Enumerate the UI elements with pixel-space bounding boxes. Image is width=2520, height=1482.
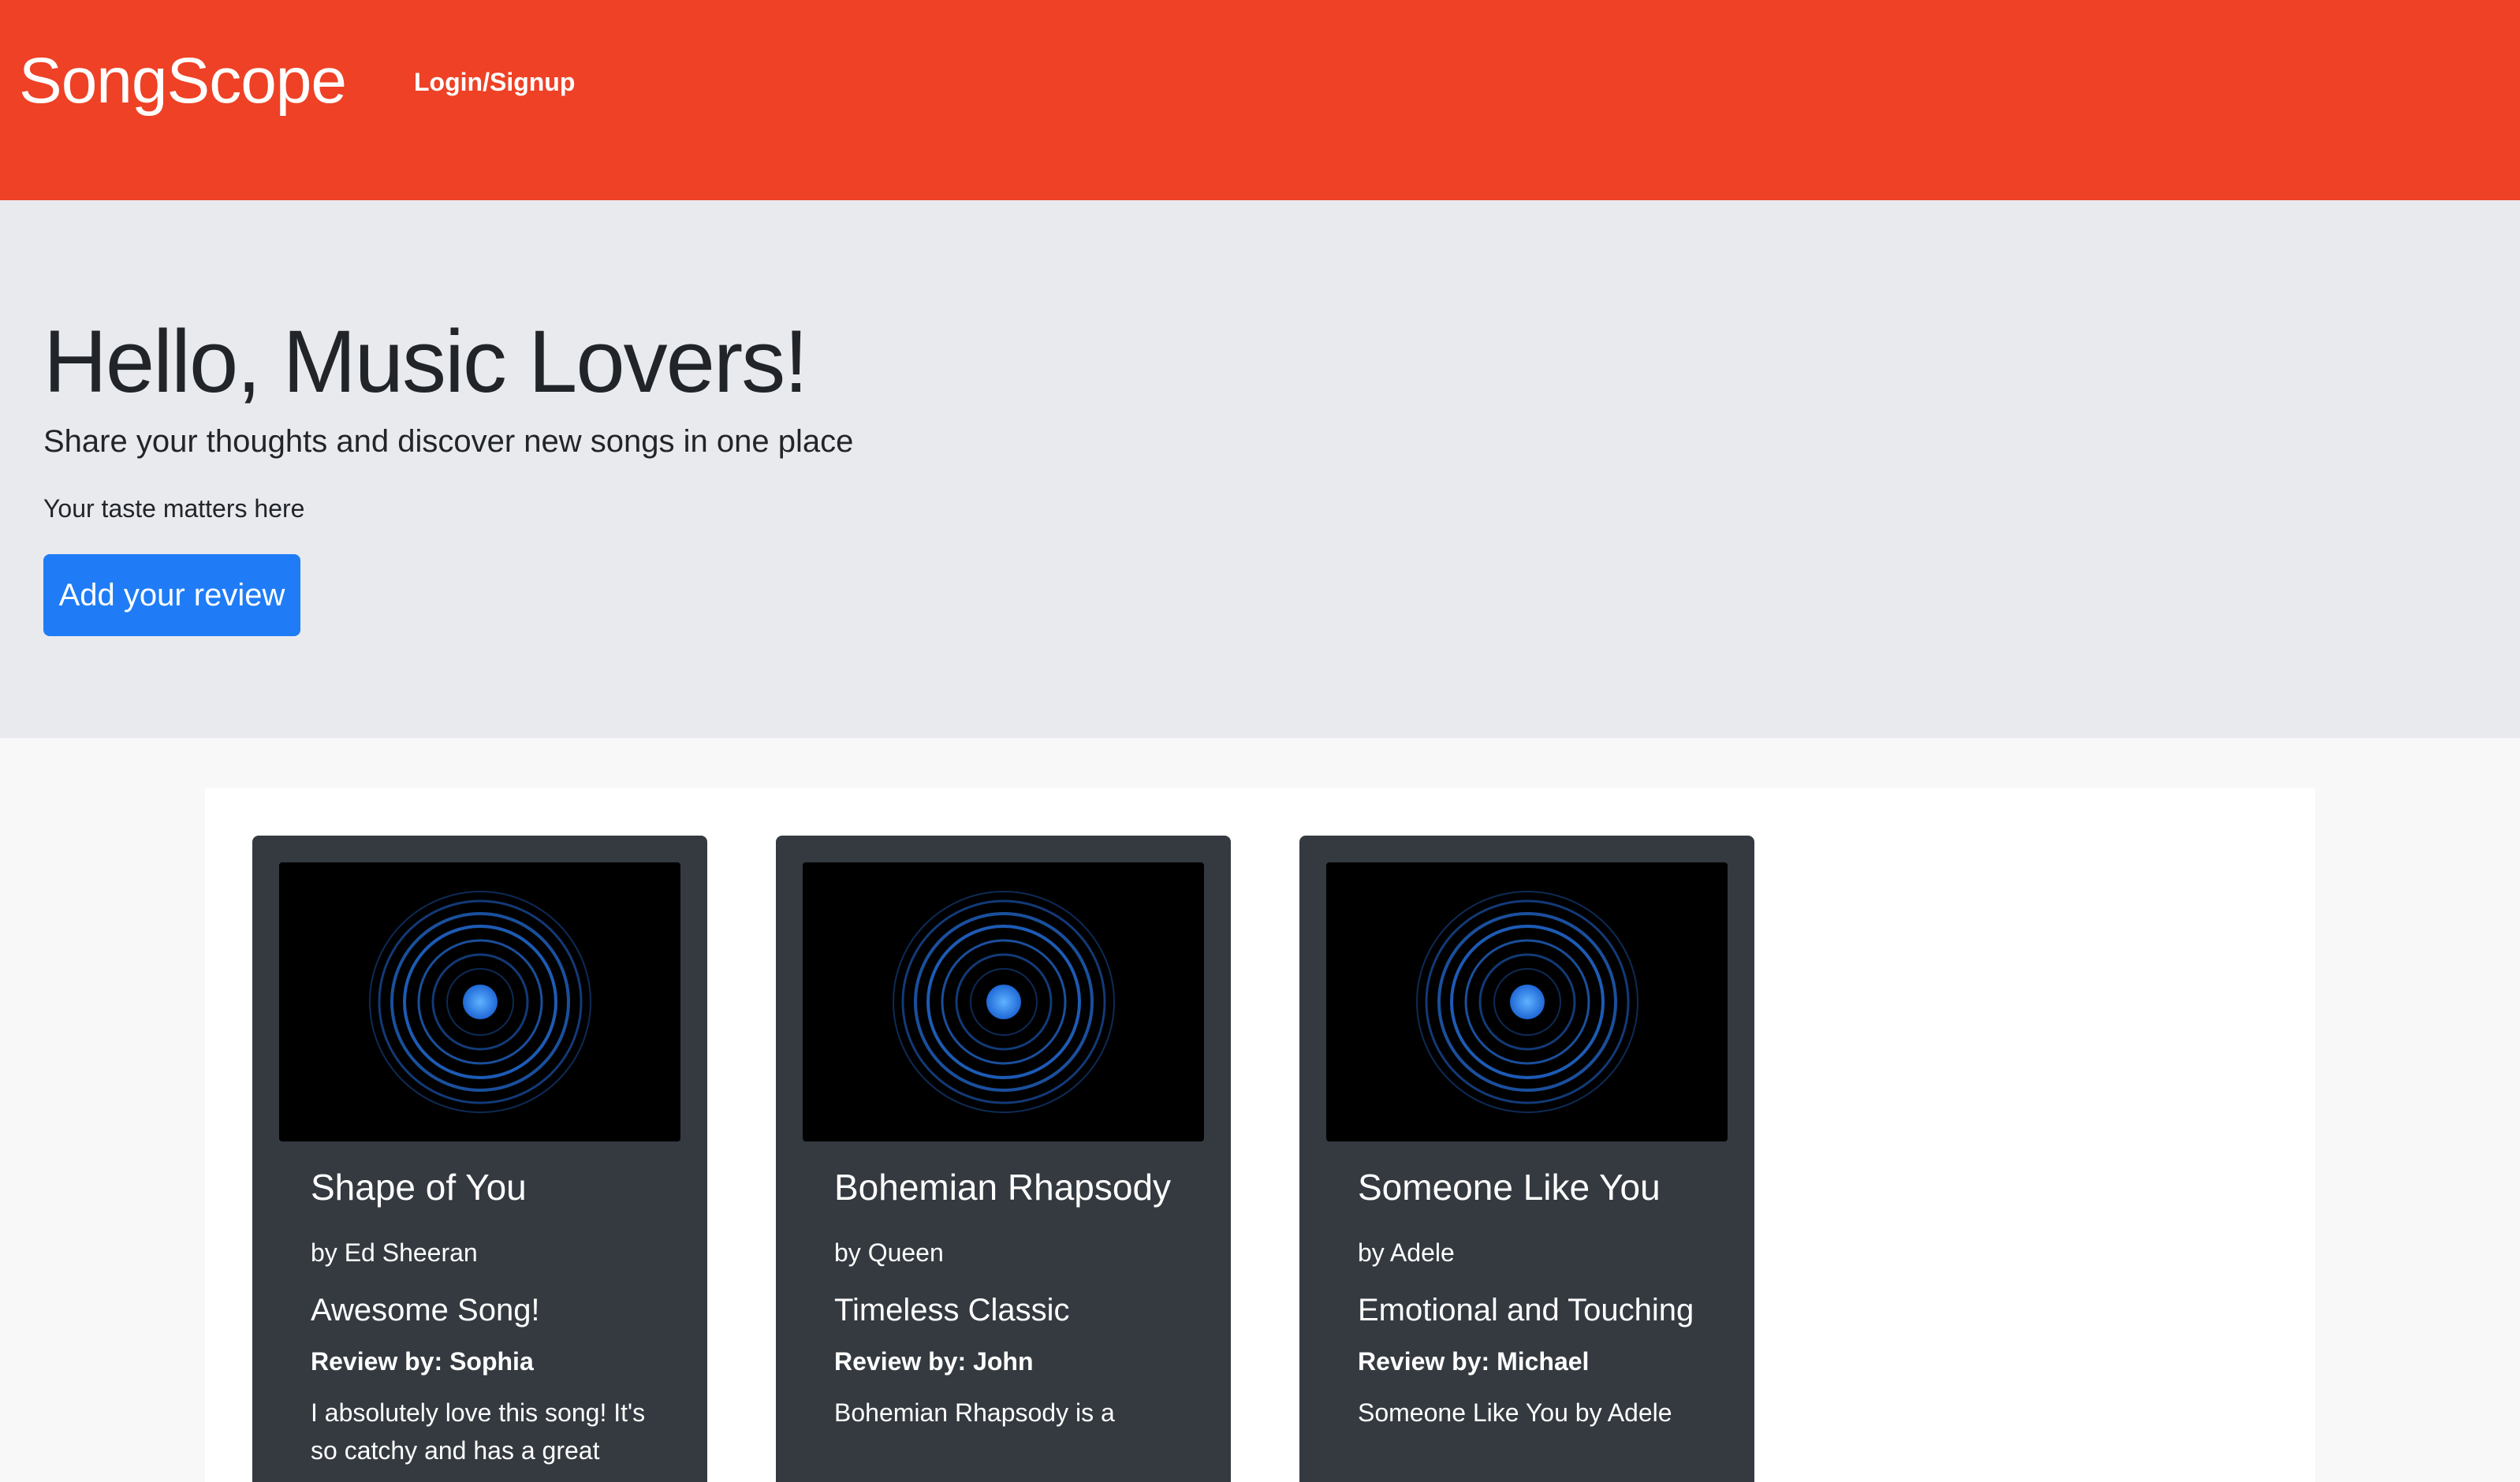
navbar: SongScope Login/Signup [0,0,2520,200]
card-body: Shape of You by Ed Sheeran Awesome Song!… [311,1165,673,1469]
add-review-button[interactable]: Add your review [43,554,300,636]
song-title: Shape of You [311,1167,527,1208]
review-title: Emotional and Touching [1358,1292,1694,1327]
song-title: Someone Like You [1358,1167,1661,1208]
sound-wave-circles-icon [892,891,1115,1113]
review-title: Awesome Song! [311,1292,540,1327]
card-body: Someone Like You by Adele Emotional and … [1358,1165,1720,1432]
song-artist: by Adele [1358,1238,1455,1267]
song-card: Someone Like You by Adele Emotional and … [1299,836,1754,1482]
card-body: Bohemian Rhapsody by Queen Timeless Clas… [834,1165,1197,1432]
song-title: Bohemian Rhapsody [834,1167,1172,1208]
login-signup-link[interactable]: Login/Signup [414,69,575,95]
review-title: Timeless Classic [834,1292,1070,1327]
hero-title: Hello, Music Lovers! [43,312,808,411]
song-card: Shape of You by Ed Sheeran Awesome Song!… [252,836,707,1482]
card-image [279,862,680,1141]
card-image [1326,862,1728,1141]
reviewer-name: Review by: John [834,1346,1034,1376]
song-artist: by Ed Sheeran [311,1238,478,1267]
song-artist: by Queen [834,1238,944,1267]
review-text: Bohemian Rhapsody is a [834,1398,1115,1428]
sound-wave-circles-icon [368,891,591,1113]
sound-wave-circles-icon [1415,891,1638,1113]
hero-subtext: Your taste matters here [43,494,305,523]
hero-jumbotron: Hello, Music Lovers! Share your thoughts… [0,200,2520,738]
reviewer-name: Review by: Michael [1358,1346,1590,1376]
song-card: Bohemian Rhapsody by Queen Timeless Clas… [776,836,1231,1482]
reviewer-name: Review by: Sophia [311,1346,534,1376]
review-text: I absolutely love this song! It's so cat… [311,1398,646,1465]
hero-lead: Share your thoughts and discover new son… [43,424,854,459]
brand-logo[interactable]: SongScope [19,49,347,114]
card-image [803,862,1204,1141]
review-text: Someone Like You by Adele [1358,1398,1672,1428]
